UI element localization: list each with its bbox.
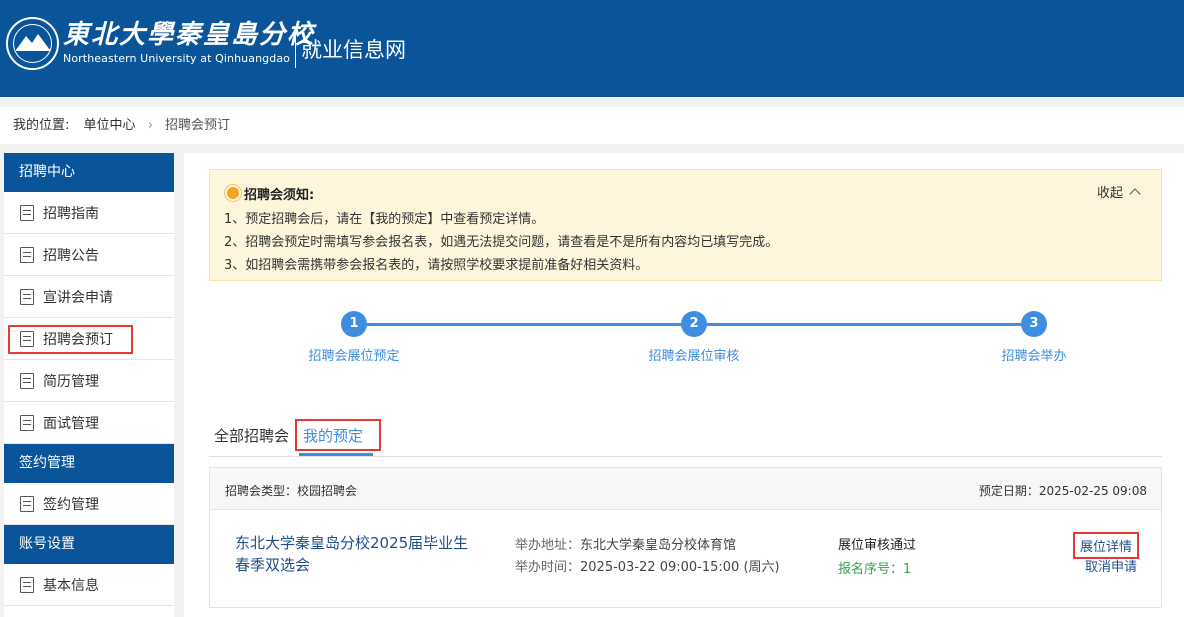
step-3-circle: 3: [1021, 311, 1047, 337]
sidebar-group-recruit: 招聘中心: [4, 153, 174, 192]
sidebar-item-basic-info[interactable]: 基本信息: [4, 564, 174, 606]
chevron-up-icon: [1129, 188, 1141, 200]
site-name[interactable]: 就业信息网: [301, 34, 406, 64]
notice-line: 1、预定招聘会后，请在【我的预定】中查看预定详情。: [224, 212, 545, 227]
sidebar-item-label: 简历管理: [43, 373, 99, 390]
sidebar-item-label: 签约管理: [43, 496, 99, 513]
document-icon: [20, 330, 34, 347]
document-icon: [20, 372, 34, 389]
registration-number: 报名序号：1: [838, 562, 912, 577]
step-1-label: 招聘会展位预定: [308, 349, 400, 364]
fair-address: 举办地址：东北大学秦皇岛分校体育馆: [515, 538, 737, 553]
fair-type: 招聘会类型：校园招聘会: [225, 484, 358, 498]
cancel-application-link[interactable]: 取消申请: [1085, 556, 1137, 575]
sidebar-item-label: 招聘指南: [43, 205, 99, 222]
fair-title-link[interactable]: 东北大学秦皇岛分校2025届毕业生春季双选会: [235, 532, 475, 576]
document-icon: [20, 576, 34, 593]
step-2-circle: 2: [681, 311, 707, 337]
document-icon: [20, 414, 34, 431]
card-header: 招聘会类型：校园招聘会 预定日期：2025-02-25 09:08: [210, 468, 1161, 510]
main-content: 招聘会须知: 收起 1、预定招聘会后，请在【我的预定】中查看预定详情。 2、招聘…: [184, 153, 1184, 617]
tab-bar: 全部招聘会 我的预定: [209, 419, 1162, 457]
notice-panel: 招聘会须知: 收起 1、预定招聘会后，请在【我的预定】中查看预定详情。 2、招聘…: [209, 169, 1162, 281]
document-icon: [20, 246, 34, 263]
breadcrumb-parent-link[interactable]: 单位中心: [84, 118, 136, 133]
breadcrumb: 我的位置: 单位中心 › 招聘会预订: [0, 107, 1184, 144]
notice-line: 3、如招聘会需携带参会报名表的，请按照学校要求提前准备好相关资料。: [224, 258, 649, 273]
booking-date: 预定日期：2025-02-25 09:08: [978, 484, 1147, 498]
sidebar-group-contract: 签约管理: [4, 444, 174, 483]
sidebar-item-label: 招聘公告: [43, 247, 99, 264]
sidebar-item-contract[interactable]: 签约管理: [4, 483, 174, 525]
sidebar-item-label: 面试管理: [43, 415, 99, 432]
sidebar-item-resume[interactable]: 简历管理: [4, 360, 174, 402]
breadcrumb-chevron-icon: ›: [147, 118, 153, 133]
document-icon: [20, 495, 34, 512]
university-logo[interactable]: [6, 17, 59, 70]
sidebar-item-fair-booking[interactable]: 招聘会预订: [4, 318, 174, 360]
fair-time: 举办时间：2025-03-22 09:00-15:00 (周六): [515, 560, 780, 575]
document-icon: [20, 288, 34, 305]
sidebar-item-label: 基本信息: [43, 577, 99, 594]
booth-detail-link[interactable]: 展位详情: [1072, 532, 1139, 559]
booking-card: 招聘会类型：校园招聘会 预定日期：2025-02-25 09:08 东北大学秦皇…: [209, 467, 1162, 608]
notice-line: 2、招聘会预定时需填写参会报名表，如遇无法提交问题，请查看是不是所有内容均已填写…: [224, 235, 779, 250]
breadcrumb-label: 我的位置:: [13, 118, 70, 133]
sidebar-item-label: 宣讲会申请: [43, 289, 113, 306]
sidebar-group-account: 账号设置: [4, 525, 174, 564]
header-divider: [295, 28, 296, 68]
sidebar-item-recruit-guide[interactable]: 招聘指南: [4, 192, 174, 234]
sidebar-item-recruit-notice[interactable]: 招聘公告: [4, 234, 174, 276]
step-1-circle: 1: [341, 311, 367, 337]
site-header: 東北大學秦皇島分校 Northeastern University at Qin…: [0, 0, 1184, 97]
sidebar-item-interview[interactable]: 面试管理: [4, 402, 174, 444]
collapse-button[interactable]: 收起: [1097, 182, 1141, 201]
school-name-en: Northeastern University at Qinhuangdao: [63, 52, 290, 65]
document-icon: [20, 204, 34, 221]
notice-title: 招聘会须知:: [244, 188, 315, 203]
tab-my-bookings[interactable]: 我的预定: [303, 425, 363, 446]
sidebar-item-seminar-apply[interactable]: 宣讲会申请: [4, 276, 174, 318]
step-2-label: 招聘会展位审核: [648, 349, 740, 364]
step-3-label: 招聘会举办: [1001, 349, 1067, 364]
tab-active-indicator: [299, 453, 373, 456]
card-body: 东北大学秦皇岛分校2025届毕业生春季双选会 举办地址：东北大学秦皇岛分校体育馆…: [210, 510, 1161, 608]
sidebar: 招聘中心 招聘指南 招聘公告 宣讲会申请 招聘会预订 简历管理 面试管理 签约管…: [4, 153, 174, 617]
breadcrumb-current: 招聘会预订: [165, 118, 231, 133]
sun-icon: [227, 187, 239, 199]
review-status: 展位审核通过: [838, 538, 917, 553]
tab-all-fairs[interactable]: 全部招聘会: [214, 425, 289, 446]
school-name-cn: 東北大學秦皇島分校: [63, 20, 316, 50]
